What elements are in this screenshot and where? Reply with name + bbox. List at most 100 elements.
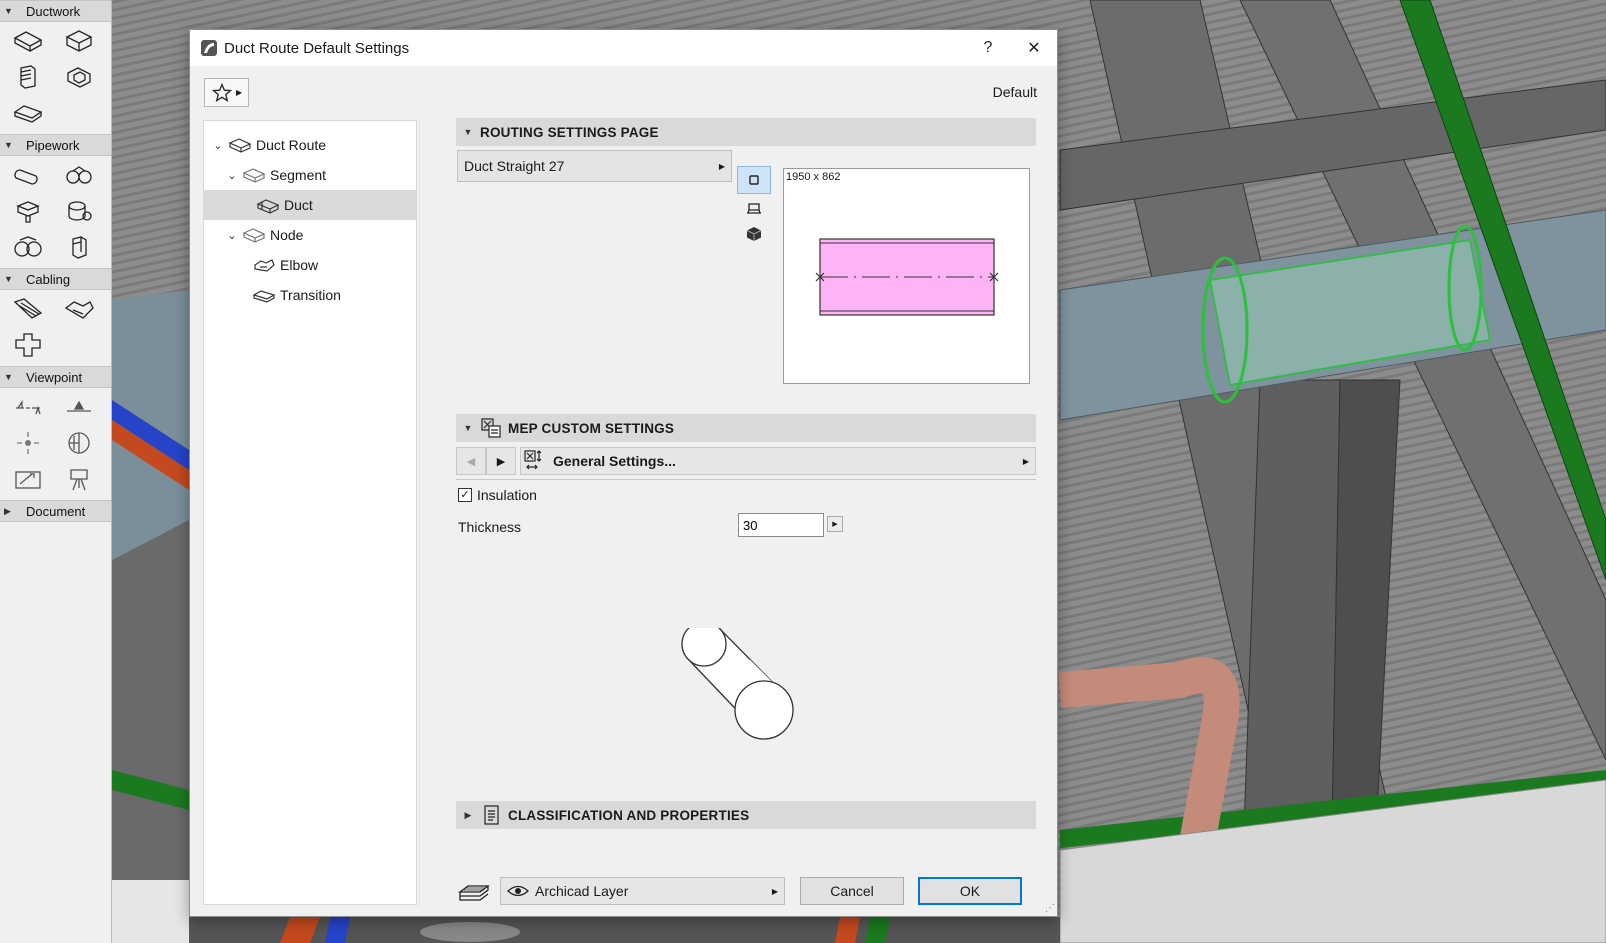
cable-junction-icon (14, 333, 41, 357)
pipe-flexible-tool[interactable] (2, 232, 53, 262)
tree-item-label: Node (270, 227, 304, 243)
duct-type-select[interactable]: Duct Straight 27 ▶ (457, 150, 732, 182)
tree-item-duct[interactable]: Duct (204, 190, 416, 220)
insulation-label: Insulation (477, 487, 537, 503)
duct-transition-tool[interactable] (2, 98, 53, 128)
duct-terminal-tool[interactable] (2, 62, 53, 92)
detail-tool[interactable] (2, 464, 53, 494)
pipe-fitting-tool[interactable] (53, 160, 104, 190)
preview-dimensions: 1950 x 862 (786, 171, 841, 183)
tree-item-transition[interactable]: Transition (204, 280, 416, 310)
cable-carrier-icon (13, 298, 42, 319)
cancel-button[interactable]: Cancel (800, 877, 904, 905)
thickness-input[interactable] (738, 513, 824, 537)
detail-icon (14, 471, 41, 489)
checkbox-checked-icon: ✓ (458, 488, 472, 502)
classification-properties-header[interactable]: ▶ CLASSIFICATION AND PROPERTIES (456, 801, 1036, 829)
side-view-button[interactable] (737, 194, 771, 222)
duct-straight-tool[interactable] (2, 26, 53, 56)
next-page-button[interactable]: ▶ (486, 447, 516, 475)
worksheet-icon (67, 432, 90, 454)
cable-junction-tool[interactable] (2, 330, 53, 360)
pipe-terminal-tool[interactable] (2, 196, 53, 226)
section-view-button[interactable] (737, 166, 771, 194)
help-button[interactable]: ? (965, 30, 1011, 66)
ok-button[interactable]: OK (918, 877, 1022, 905)
layer-select[interactable]: Archicad Layer ▶ (500, 877, 785, 905)
dropdown-arrow-icon: ▶ (1022, 456, 1029, 466)
previous-page-button[interactable]: ◀ (456, 447, 486, 475)
document-icon (484, 805, 499, 825)
layer-value: Archicad Layer (535, 883, 629, 899)
archicad-app-icon (201, 40, 217, 56)
dropdown-arrow-icon: ▶ (236, 88, 243, 97)
pipe-straight-tool[interactable] (2, 160, 53, 190)
mep-settings-icon (481, 418, 501, 438)
3d-view-button[interactable] (737, 220, 771, 248)
duct-fitting-tool[interactable] (53, 26, 104, 56)
cable-carrier-tool[interactable] (2, 294, 53, 324)
close-button[interactable]: ✕ (1011, 30, 1057, 66)
divider (456, 479, 1036, 480)
dialog-title: Duct Route Default Settings (224, 39, 410, 57)
tree-item-node[interactable]: ⌄ Node (204, 220, 416, 250)
collapse-triangle-icon: ▼ (463, 127, 473, 137)
tree-item-elbow[interactable]: Elbow (204, 250, 416, 280)
pipe-inline-icon (67, 201, 92, 221)
toolbox-section-label: Pipework (26, 137, 80, 153)
interior-elevation-tool[interactable] (2, 428, 53, 458)
dropdown-arrow-icon: ▶ (771, 886, 778, 896)
duct-transition-icon (13, 105, 42, 123)
mep-custom-settings-header[interactable]: ▼ MEP CUSTOM SETTINGS (456, 414, 1036, 442)
toolbox-section-document[interactable]: ▶ Document (0, 500, 111, 522)
duct-route-settings-dialog: Duct Route Default Settings ? ✕ ▶ Defaul… (189, 29, 1058, 917)
toolbox-section-ductwork[interactable]: ▼ Ductwork (0, 0, 111, 22)
toolbox-section-label: Cabling (26, 271, 71, 287)
tree-item-duct-route[interactable]: ⌄ Duct Route (204, 130, 416, 160)
cable-fitting-tool[interactable] (53, 294, 104, 324)
tree-item-segment[interactable]: ⌄ Segment (204, 160, 416, 190)
pipe-equipment-tool[interactable] (53, 232, 104, 262)
dialog-titlebar[interactable]: Duct Route Default Settings ? ✕ (190, 30, 1057, 66)
toolbox-section-pipework[interactable]: ▼ Pipework (0, 134, 111, 156)
routing-settings-title: ROUTING SETTINGS PAGE (480, 124, 659, 140)
tree-item-label: Transition (280, 287, 341, 303)
thickness-label: Thickness (458, 519, 522, 535)
pipe-equipment-icon (71, 236, 87, 259)
routing-settings-header[interactable]: ▼ ROUTING SETTINGS PAGE (456, 118, 1036, 146)
duct-flexible-tool[interactable] (53, 62, 104, 92)
duct-preview-panel: 1950 x 862 (783, 168, 1030, 384)
camera-icon (69, 469, 88, 491)
thickness-options-button[interactable]: ▶ (827, 516, 843, 532)
toolbox-section-label: Ductwork (26, 3, 81, 19)
chevron-right-icon: ▶ (832, 521, 838, 528)
chevron-down-icon: ⌄ (213, 139, 223, 152)
pipe-inline-tool[interactable] (53, 196, 104, 226)
tree-item-label: Elbow (280, 257, 319, 273)
elevation-tool[interactable] (53, 392, 104, 422)
general-settings-icon (524, 450, 542, 470)
settings-page-select[interactable]: General Settings... ▶ (520, 447, 1036, 475)
mep-settings-title: MEP CUSTOM SETTINGS (508, 420, 675, 436)
layer-stack-icon (458, 885, 490, 901)
duct-icon (256, 199, 280, 214)
dropdown-arrow-icon: ▶ (718, 161, 725, 171)
camera-tool[interactable] (53, 464, 104, 494)
square-section-icon (749, 175, 759, 185)
duct-section-preview (815, 238, 999, 316)
toolbox-section-viewpoint[interactable]: ▼ Viewpoint (0, 366, 111, 388)
favorites-button[interactable]: ▶ (204, 78, 249, 107)
elevation-icon (66, 400, 91, 412)
section-tool[interactable] (2, 392, 53, 422)
insulation-checkbox[interactable]: ✓ Insulation (458, 487, 537, 503)
collapse-triangle-icon: ▼ (4, 140, 13, 150)
pipe-straight-icon (13, 169, 38, 185)
toolbox-section-cabling[interactable]: ▼ Cabling (0, 268, 111, 290)
settings-tree: ⌄ Duct Route ⌄ Segment Duct ⌄ Node Elbow… (203, 120, 417, 905)
resize-grip-icon[interactable]: ⋰ (1045, 903, 1055, 914)
side-view-icon (747, 203, 761, 214)
worksheet-tool[interactable] (53, 428, 104, 458)
tree-scrollbar[interactable] (419, 120, 431, 905)
toolbox-panel: ▼ Ductwork ▼ Pipework ▼ Cabling ▼ Viewpo… (0, 0, 112, 943)
node-icon (242, 228, 266, 243)
